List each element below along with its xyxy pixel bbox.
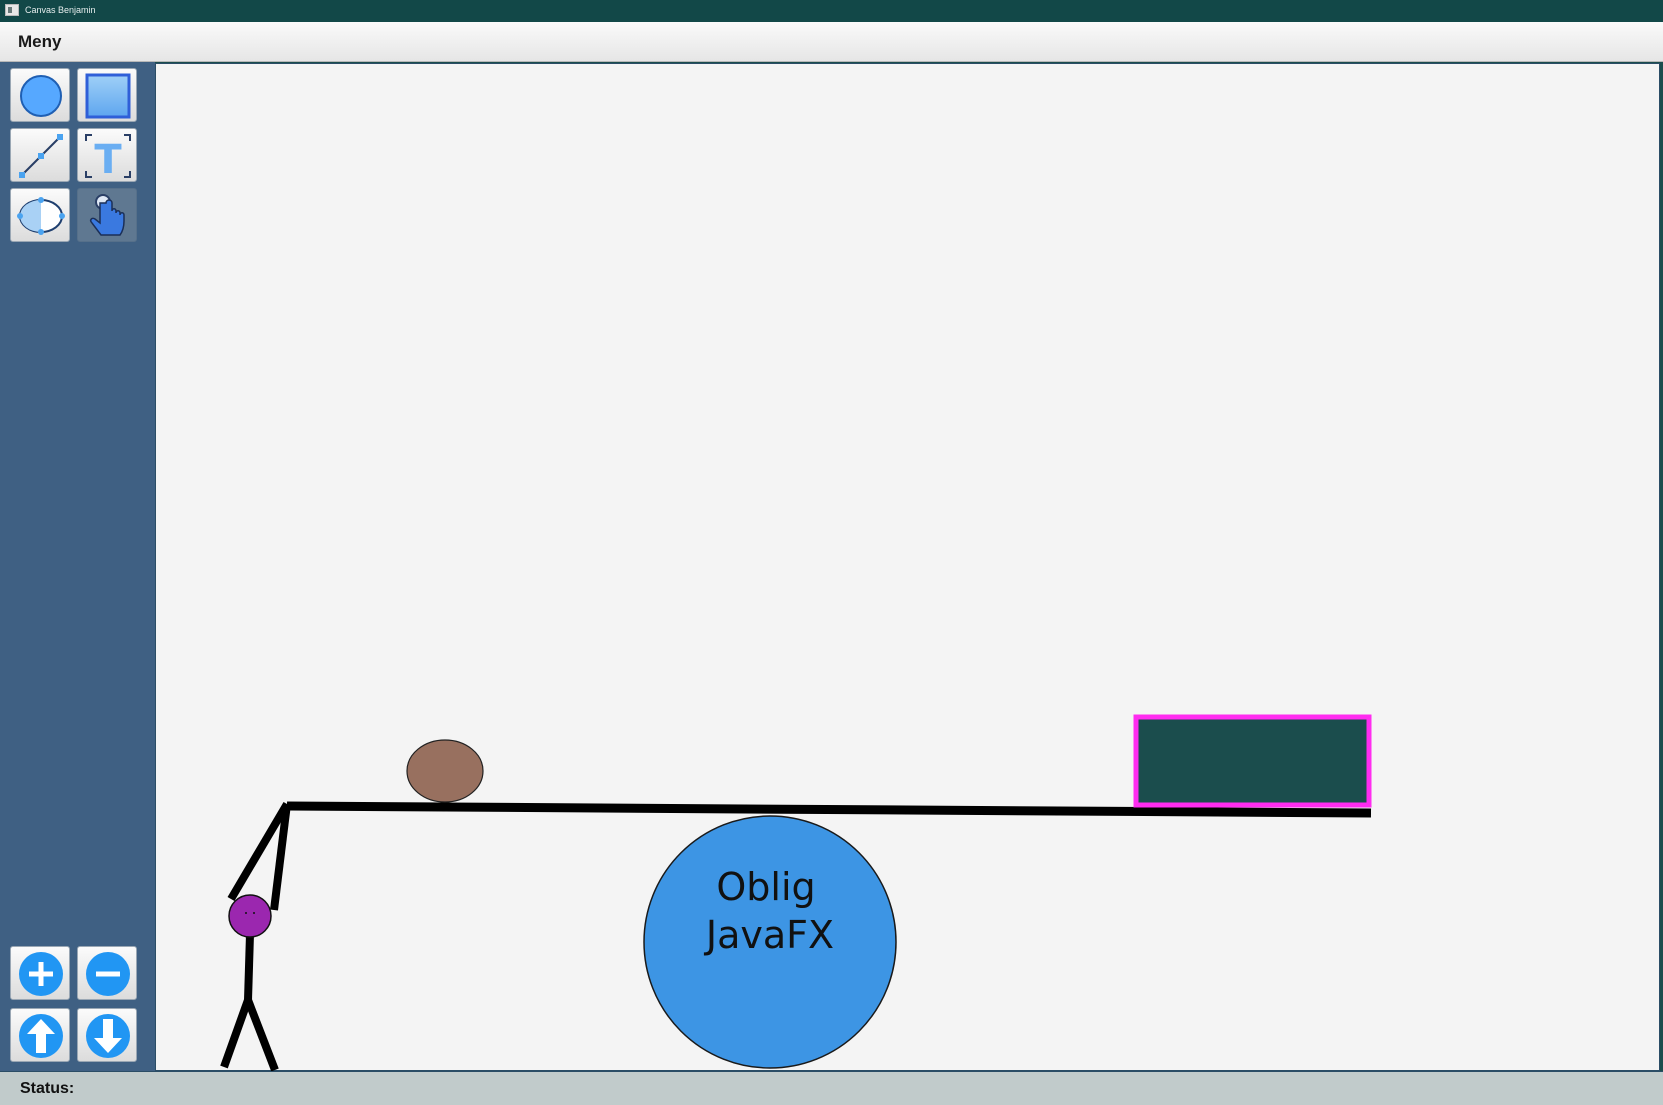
title-bar: Canvas Benjamin (0, 0, 1663, 22)
line-icon (19, 134, 63, 178)
brown-ellipse[interactable] (406, 739, 484, 803)
select-tool-button[interactable] (77, 188, 137, 242)
dark-rectangle[interactable] (1133, 714, 1372, 808)
rectangle-icon (85, 73, 131, 119)
minus-icon (86, 952, 130, 996)
circle-text-line-1: Oblig (716, 865, 815, 909)
tool-palette: T (0, 62, 155, 1071)
arrow-up-icon (19, 1014, 63, 1058)
status-label: Status: (20, 1080, 75, 1097)
status-bar: Status: (0, 1071, 1663, 1105)
svg-text:T: T (94, 137, 122, 183)
bring-forward-button[interactable] (10, 1008, 70, 1062)
plus-icon (19, 952, 63, 996)
menu-meny[interactable]: Meny (18, 32, 61, 52)
arrow-down-icon (86, 1014, 130, 1058)
ellipse-icon (17, 197, 65, 235)
menu-bar: Meny (0, 22, 1663, 62)
zoom-in-button[interactable] (10, 946, 70, 1000)
hand-pointer-icon (90, 194, 125, 236)
ellipse-tool-button[interactable] (10, 188, 70, 242)
app-icon (5, 4, 19, 16)
zoom-out-button[interactable] (77, 946, 137, 1000)
line-tool-button[interactable] (10, 128, 70, 182)
canvas-drawing: Oblig JavaFX (220, 714, 1372, 1072)
drawing-canvas[interactable]: Oblig JavaFX (155, 63, 1660, 1072)
circle-text-line-2: JavaFX (704, 913, 834, 957)
send-backward-button[interactable] (77, 1008, 137, 1062)
text-icon: T (85, 134, 131, 183)
circle-tool-button[interactable] (10, 68, 70, 122)
stick-figure-eye-left (245, 912, 247, 914)
window-title: Canvas Benjamin (25, 5, 96, 15)
circle-icon (20, 75, 62, 117)
text-tool-button[interactable]: T (77, 128, 137, 183)
stick-figure-eye-right (253, 912, 255, 914)
rectangle-tool-button[interactable] (77, 68, 137, 122)
stick-figure-head (228, 894, 272, 938)
